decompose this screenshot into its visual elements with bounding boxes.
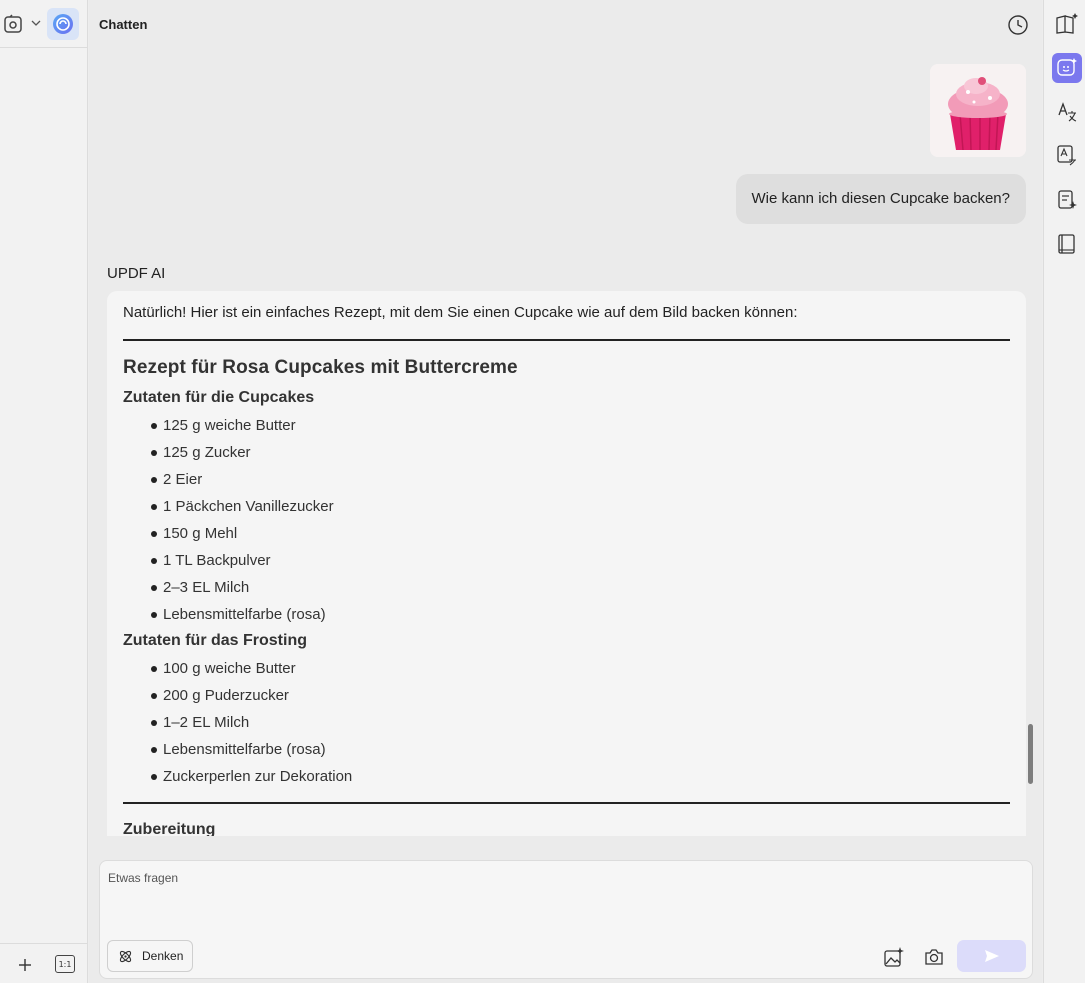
- scrollbar[interactable]: [1028, 724, 1033, 784]
- divider: [123, 339, 1010, 341]
- list-item: Lebensmittelfarbe (rosa): [151, 736, 352, 763]
- recipe-title: Rezept für Rosa Cupcakes mit Buttercreme: [123, 357, 518, 378]
- send-icon: [984, 950, 999, 962]
- updf-ai-icon: [53, 14, 73, 34]
- list-item: 100 g weiche Butter: [151, 655, 352, 682]
- list-item: 2–3 EL Milch: [151, 574, 334, 601]
- cupcake-illustration: [930, 64, 1026, 157]
- section-heading-frosting: Zutaten für das Frosting: [123, 632, 307, 649]
- history-clock-icon[interactable]: [1007, 14, 1029, 36]
- chat-header: Chatten: [89, 0, 1042, 48]
- section-heading-cupcakes: Zutaten für die Cupcakes: [123, 389, 315, 406]
- think-button-label: Denken: [142, 949, 184, 963]
- chat-title: Chatten: [99, 17, 148, 32]
- left-panel-footer: 1:1: [0, 943, 88, 983]
- ai-sender-label: UPDF AI: [107, 265, 166, 282]
- translate-icon: [1058, 102, 1077, 122]
- ai-intro-text: Natürlich! Hier ist ein einfaches Rezept…: [123, 304, 798, 321]
- ai-chat-tool-button[interactable]: [1052, 53, 1082, 83]
- send-button[interactable]: [957, 940, 1026, 972]
- chevron-down-icon[interactable]: [30, 17, 42, 29]
- list-item: 150 g Mehl: [151, 520, 334, 547]
- section-heading-preparation: Zubereitung: [123, 821, 216, 836]
- list-item: 1 TL Backpulver: [151, 547, 334, 574]
- list-item: 200 g Puderzucker: [151, 682, 352, 709]
- summary-icon: [1058, 190, 1077, 209]
- book-sparkle-button[interactable]: [1052, 9, 1082, 39]
- image-sparkle-icon[interactable]: [883, 946, 905, 968]
- list-item: 2 Eier: [151, 466, 334, 493]
- chat-panel: Chatten Wie kann ich diesen Cupcake back…: [89, 0, 1042, 983]
- list-item: 125 g weiche Butter: [151, 412, 334, 439]
- list-item: Zuckerperlen zur Dekoration: [151, 763, 352, 790]
- library-tool-button[interactable]: [1052, 229, 1082, 259]
- ai-chat-icon: [1057, 58, 1077, 76]
- text-translate-icon: [1057, 145, 1076, 166]
- user-message: Wie kann ich diesen Cupcake backen?: [735, 174, 1026, 224]
- summary-tool-button[interactable]: [1052, 185, 1082, 215]
- list-item: Lebensmittelfarbe (rosa): [151, 601, 334, 628]
- atom-icon: [119, 950, 132, 962]
- divider: [123, 802, 1010, 804]
- plus-icon[interactable]: [16, 956, 34, 974]
- cupcake-image[interactable]: [930, 64, 1026, 157]
- think-button[interactable]: Denken: [107, 940, 193, 972]
- list-item: 1 Päckchen Vanillezucker: [151, 493, 334, 520]
- left-panel-header: [0, 0, 88, 48]
- message-input[interactable]: [108, 871, 1008, 931]
- ingredient-list-frosting: 100 g weiche Butter 200 g Puderzucker 1–…: [151, 655, 352, 790]
- ratio-button[interactable]: 1:1: [55, 955, 75, 973]
- list-item: 1–2 EL Milch: [151, 709, 352, 736]
- message-composer: Denken: [99, 860, 1033, 979]
- updf-ai-tab[interactable]: [47, 8, 79, 40]
- translate-tool-button[interactable]: [1052, 97, 1082, 127]
- ingredient-list-cupcakes: 125 g weiche Butter 125 g Zucker 2 Eier …: [151, 412, 334, 628]
- book-icon: [1058, 234, 1075, 254]
- list-item: 125 g Zucker: [151, 439, 334, 466]
- text-translate-tool-button[interactable]: [1052, 140, 1082, 170]
- document-mode-icon[interactable]: [3, 14, 23, 34]
- book-sparkle-icon: [1056, 13, 1078, 34]
- camera-icon[interactable]: [923, 946, 945, 968]
- left-panel: 1:1: [0, 0, 88, 983]
- ai-response-card: Natürlich! Hier ist ein einfaches Rezept…: [107, 291, 1026, 836]
- right-toolbar: [1043, 0, 1085, 983]
